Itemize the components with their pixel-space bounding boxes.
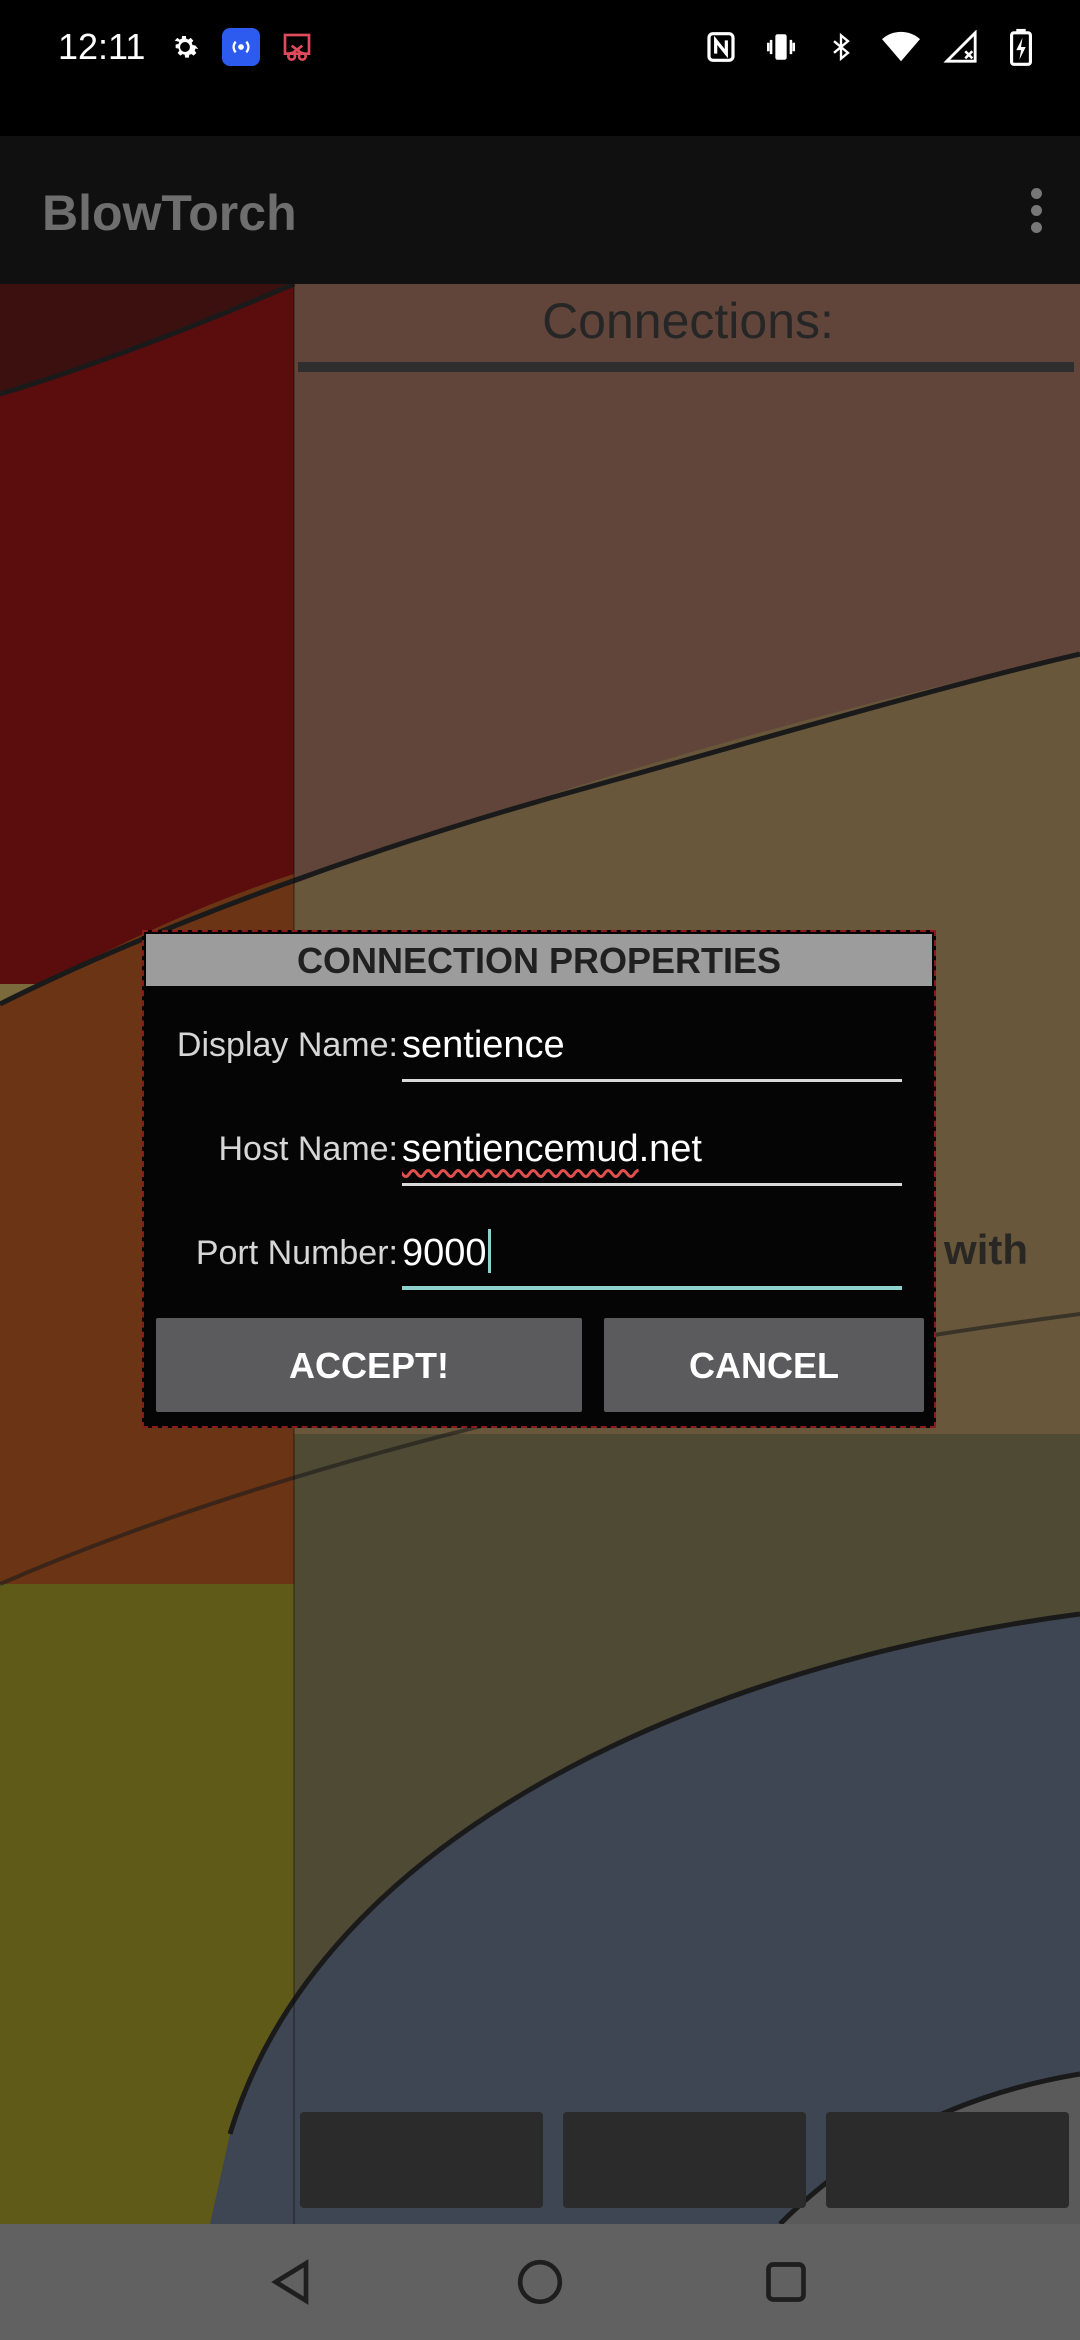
port-number-field[interactable]: 9000 [402, 1220, 902, 1290]
vibrate-icon [762, 28, 800, 66]
connection-properties-dialog: CONNECTION PROPERTIES Display Name: sent… [142, 930, 936, 1428]
app-bar: BlowTorch [0, 136, 1080, 284]
host-name-row: Host Name: sentiencemud.net [144, 1116, 934, 1196]
host-name-value-rest: .net [638, 1128, 702, 1170]
wifi-icon [882, 28, 920, 66]
text-caret [487, 1229, 491, 1273]
bluetooth-icon [822, 28, 860, 66]
home-circle-icon[interactable] [512, 2254, 568, 2310]
bottom-button-3[interactable] [826, 2112, 1069, 2208]
screen-record-icon [278, 28, 316, 66]
nfc-icon [702, 28, 740, 66]
header-divider [298, 362, 1074, 372]
battery-charging-icon [1002, 28, 1040, 66]
app-title: BlowTorch [42, 185, 297, 241]
status-bar: 12:11 [0, 0, 1080, 96]
signal-icon [942, 28, 980, 66]
status-time: 12:11 [58, 26, 146, 67]
host-name-field[interactable]: sentiencemud.net [402, 1116, 902, 1186]
display-name-label: Display Name: [176, 1026, 398, 1064]
port-number-label: Port Number: [195, 1234, 398, 1272]
back-triangle-icon[interactable] [264, 2254, 320, 2310]
display-name-field[interactable]: sentience [402, 1012, 902, 1082]
bottom-button-1[interactable] [300, 2112, 543, 2208]
connections-header: Connections: [542, 293, 834, 349]
dialog-title: CONNECTION PROPERTIES [146, 934, 932, 986]
host-name-label: Host Name: [218, 1130, 399, 1168]
accept-button[interactable]: ACCEPT! [156, 1318, 582, 1412]
port-number-value: 9000 [402, 1232, 487, 1274]
settings-icon [166, 28, 204, 66]
more-vert-icon[interactable] [1016, 182, 1056, 238]
host-name-value-misspelled: sentiencemud [402, 1128, 639, 1170]
cancel-button[interactable]: CANCEL [604, 1318, 924, 1412]
port-number-row: Port Number: 9000 [144, 1220, 934, 1300]
display-name-row: Display Name: sentience [144, 1012, 934, 1092]
navigation-bar [0, 2224, 1080, 2340]
hotspot-icon [222, 28, 260, 66]
bottom-button-2[interactable] [563, 2112, 806, 2208]
display-name-value: sentience [402, 1024, 565, 1066]
bottom-button-bar [300, 2112, 1069, 2208]
recents-square-icon[interactable] [758, 2254, 814, 2310]
